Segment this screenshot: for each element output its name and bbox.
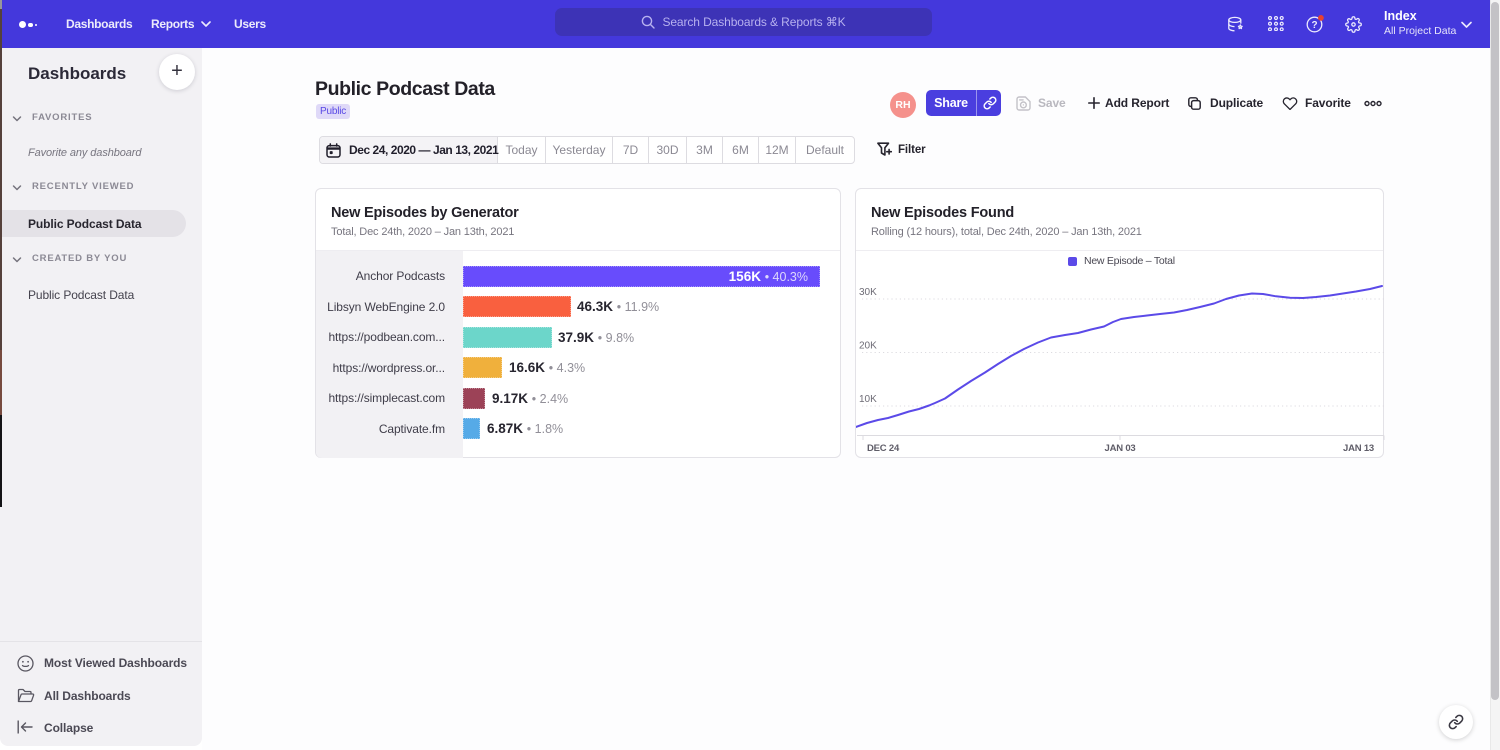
svg-text:JAN 13: JAN 13 [1343,443,1374,454]
svg-text:10K: 10K [859,394,877,405]
svg-text:JAN 03: JAN 03 [1104,443,1135,454]
svg-text:?: ? [1311,20,1317,31]
svg-text:DEC 24: DEC 24 [867,443,900,454]
svg-text:30K: 30K [859,287,877,298]
svg-text:20K: 20K [859,341,877,352]
